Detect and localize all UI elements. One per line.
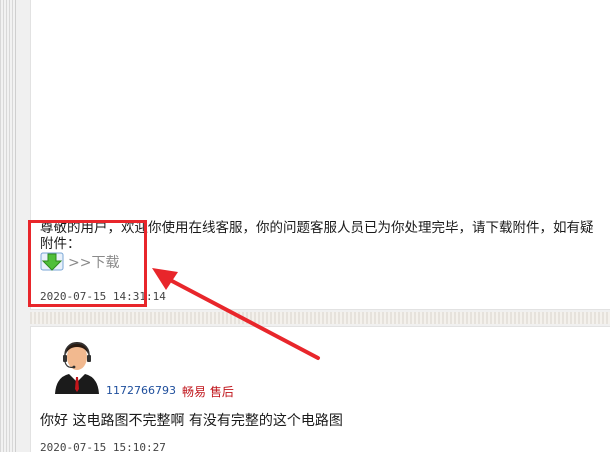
- annotation-arrow: [152, 268, 320, 360]
